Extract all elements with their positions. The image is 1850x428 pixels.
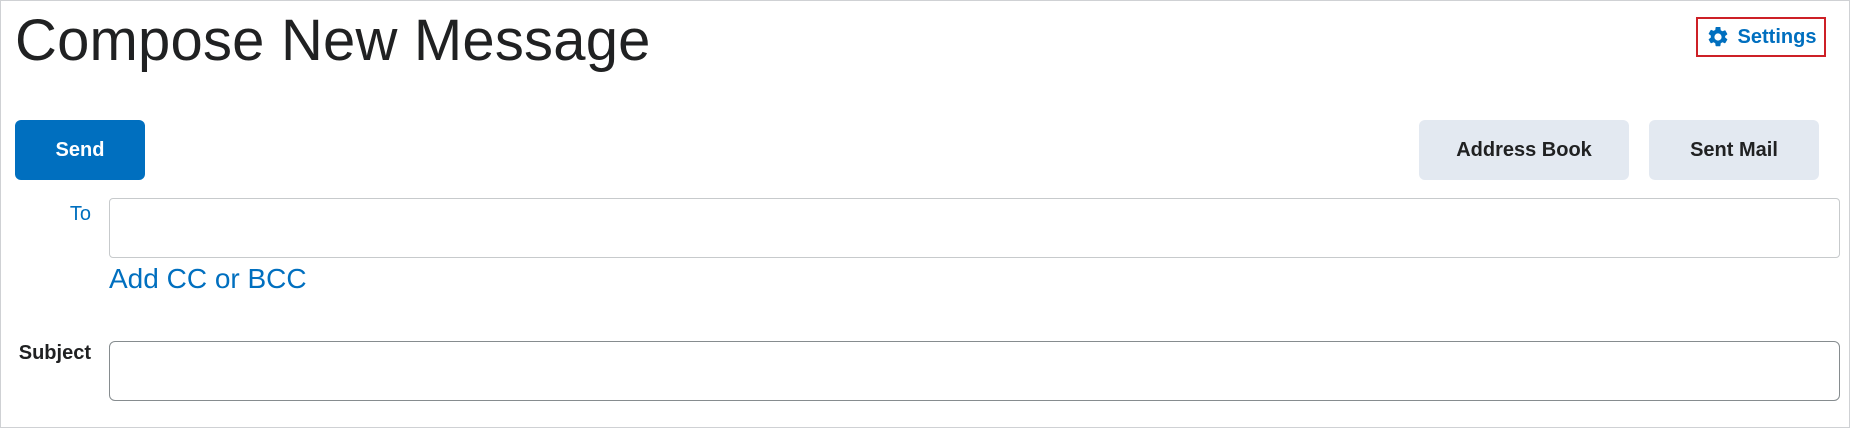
add-cc-bcc-link[interactable]: Add CC or BCC xyxy=(109,263,307,295)
subject-label: Subject xyxy=(18,342,91,364)
sent-mail-button[interactable]: Sent Mail xyxy=(1649,120,1819,180)
page-title: Compose New Message xyxy=(15,8,651,73)
compose-page: Compose New Message Settings Send Addres… xyxy=(0,0,1850,428)
settings-label: Settings xyxy=(1737,25,1817,48)
settings-link[interactable]: Settings xyxy=(1696,17,1826,57)
subject-field[interactable] xyxy=(109,341,1840,401)
to-label[interactable]: To xyxy=(70,203,91,226)
send-button[interactable]: Send xyxy=(15,120,145,180)
to-field[interactable] xyxy=(109,198,1840,258)
address-book-button[interactable]: Address Book xyxy=(1419,120,1629,180)
gear-icon xyxy=(1706,25,1730,49)
